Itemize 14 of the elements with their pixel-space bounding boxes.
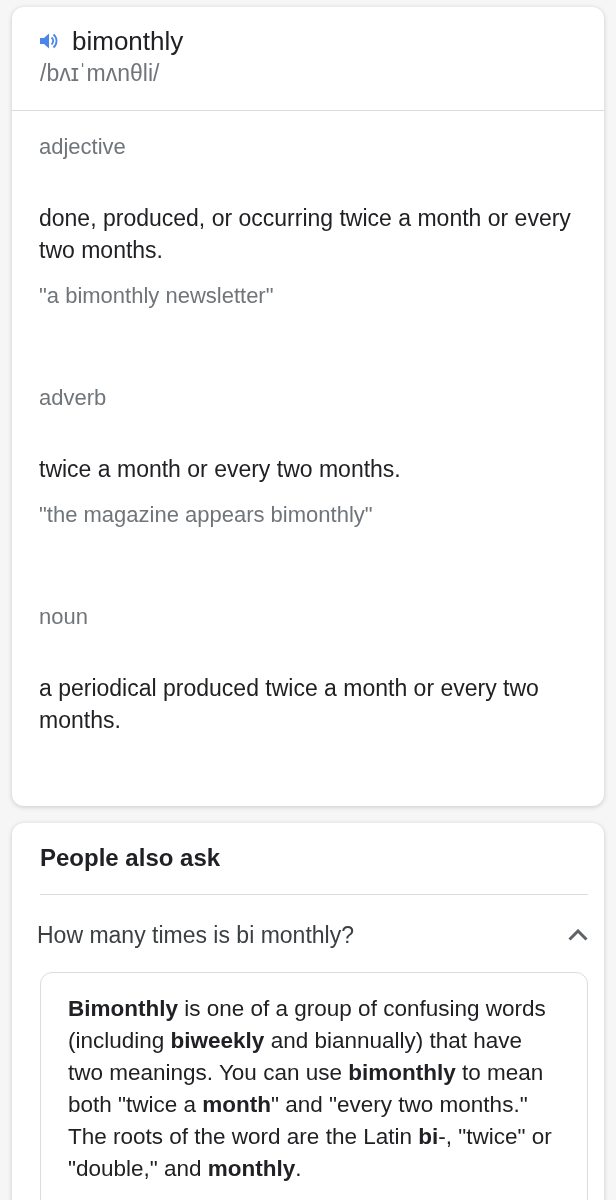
example-sentence: "a bimonthly newsletter" bbox=[39, 282, 275, 310]
part-of-speech: noun bbox=[39, 603, 89, 631]
answer-text: Bimonthly is one of a group of confusing words (including biweekly and biannually) that have two meanings. You can use bimonthly to mean both "twice a month" and "every two months." The roots of the word are the Latin bi-, "twice" or "double," and monthly. bbox=[68, 995, 553, 1183]
headword: bimonthly bbox=[72, 26, 184, 56]
definition: done, produced, or occurring twice a month or every two months. bbox=[39, 204, 572, 265]
question-toggle[interactable]: How many times is bi monthly? bbox=[37, 895, 585, 972]
example-sentence: "the magazine appears bimonthly" bbox=[39, 501, 374, 529]
part-of-speech: adverb bbox=[39, 384, 108, 412]
definition: twice a month or every two months. bbox=[39, 455, 402, 484]
part-of-speech: adjective bbox=[39, 133, 127, 161]
speaker-icon[interactable] bbox=[40, 33, 58, 49]
definition: a periodical produced twice a month or every two months. bbox=[39, 674, 540, 735]
pronunciation: /bʌɪˈmʌnθli/ bbox=[40, 59, 161, 87]
section-title: People also ask bbox=[40, 844, 588, 895]
